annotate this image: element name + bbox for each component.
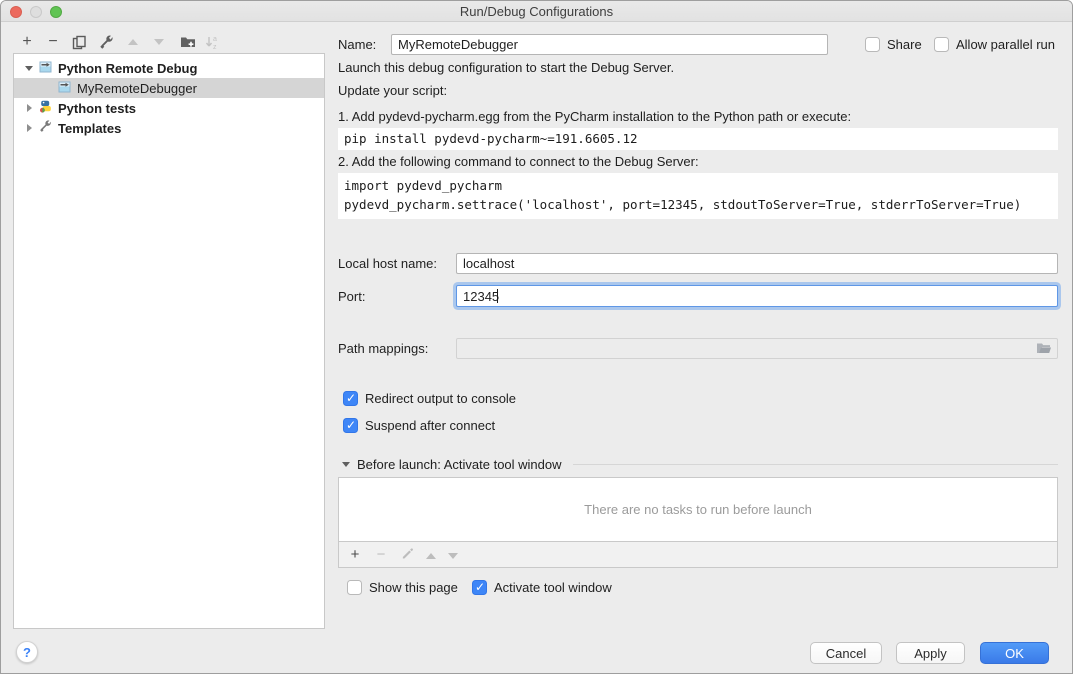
before-launch-task-list[interactable]: There are no tasks to run before launch [338,477,1058,542]
sort-alphabetically-icon[interactable]: az [202,32,222,52]
remote-debug-icon [39,60,52,76]
suspend-after-connect-checkbox[interactable] [343,418,358,433]
share-label: Share [887,37,922,52]
svg-text:a: a [213,36,217,43]
remove-task-button[interactable]: − [374,546,388,563]
suspend-after-connect-label: Suspend after connect [365,418,495,433]
name-label: Name: [338,34,376,55]
copy-configuration-icon[interactable] [69,32,89,52]
tree-item-label: Python tests [58,101,136,116]
templates-wrench-icon [39,120,52,136]
edit-task-pencil-icon[interactable] [400,546,414,563]
move-up-button[interactable] [123,32,143,52]
local-host-name-input[interactable] [456,253,1058,274]
step-1-text: 1. Add pydevd-pycharm.egg from the PyCha… [338,109,851,124]
activate-tool-window-checkbox[interactable] [472,580,487,595]
cancel-button[interactable]: Cancel [810,642,882,664]
port-input[interactable] [456,285,1058,307]
step-2-text: 2. Add the following command to connect … [338,154,699,169]
code-line-2: pydevd_pycharm.settrace('localhost', por… [344,195,1052,214]
ok-button[interactable]: OK [980,642,1049,664]
collapse-toggle-icon[interactable] [24,66,34,71]
svg-text:z: z [213,44,217,50]
remote-debug-icon [58,80,71,96]
tree-item-label: Templates [58,121,121,136]
allow-parallel-run-label: Allow parallel run [956,37,1055,52]
configurations-tree: Python Remote Debug MyRemoteDebugger Pyt… [13,53,325,629]
local-host-name-label: Local host name: [338,253,437,274]
tree-item-python-tests[interactable]: Python tests [14,98,324,118]
before-launch-collapse-icon[interactable] [342,462,350,467]
redirect-output-checkbox[interactable] [343,391,358,406]
text-caret [497,289,498,303]
window-title: Run/Debug Configurations [1,4,1072,19]
before-launch-toolbar: + − [338,542,1058,568]
move-task-down-button[interactable] [448,547,458,562]
browse-folder-icon[interactable] [1036,342,1052,358]
intro-line-1: Launch this debug configuration to start… [338,60,674,75]
show-this-page-label: Show this page [369,580,458,595]
tree-item-templates[interactable]: Templates [14,118,324,138]
expand-toggle-icon[interactable] [24,124,34,132]
move-task-up-button[interactable] [426,547,436,562]
share-checkbox[interactable] [865,37,880,52]
no-tasks-placeholder: There are no tasks to run before launch [584,502,812,517]
run-debug-configurations-dialog: Run/Debug Configurations + − az Python R… [0,0,1073,674]
apply-button[interactable]: Apply [896,642,965,664]
new-folder-icon[interactable] [178,32,198,52]
pip-install-command: pip install pydevd-pycharm~=191.6605.12 [338,128,1058,150]
tree-item-label: MyRemoteDebugger [77,81,197,96]
expand-toggle-icon[interactable] [24,104,34,112]
show-this-page-checkbox[interactable] [347,580,362,595]
section-divider [573,464,1058,465]
tree-item-python-remote-debug[interactable]: Python Remote Debug [14,58,324,78]
activate-tool-window-label: Activate tool window [494,580,612,595]
path-mappings-label: Path mappings: [338,338,428,359]
tree-item-myremotedebugger[interactable]: MyRemoteDebugger [14,78,324,98]
title-bar: Run/Debug Configurations [1,1,1072,22]
before-launch-header: Before launch: Activate tool window [357,457,562,472]
intro-line-2: Update your script: [338,83,447,98]
allow-parallel-run-checkbox[interactable] [934,37,949,52]
name-input[interactable] [391,34,828,55]
move-down-button[interactable] [149,32,169,52]
redirect-output-label: Redirect output to console [365,391,516,406]
python-tests-icon [39,100,52,116]
tree-item-label: Python Remote Debug [58,61,197,76]
add-task-button[interactable]: + [348,546,362,563]
remove-configuration-button[interactable]: − [43,32,63,52]
settrace-code-block: import pydevd_pycharm pydevd_pycharm.set… [338,173,1058,219]
code-line-1: import pydevd_pycharm [344,176,1052,195]
port-label: Port: [338,286,365,307]
edit-defaults-wrench-icon[interactable] [96,32,116,52]
path-mappings-input[interactable] [456,338,1058,359]
add-configuration-button[interactable]: + [17,32,37,52]
help-button[interactable]: ? [16,641,38,663]
